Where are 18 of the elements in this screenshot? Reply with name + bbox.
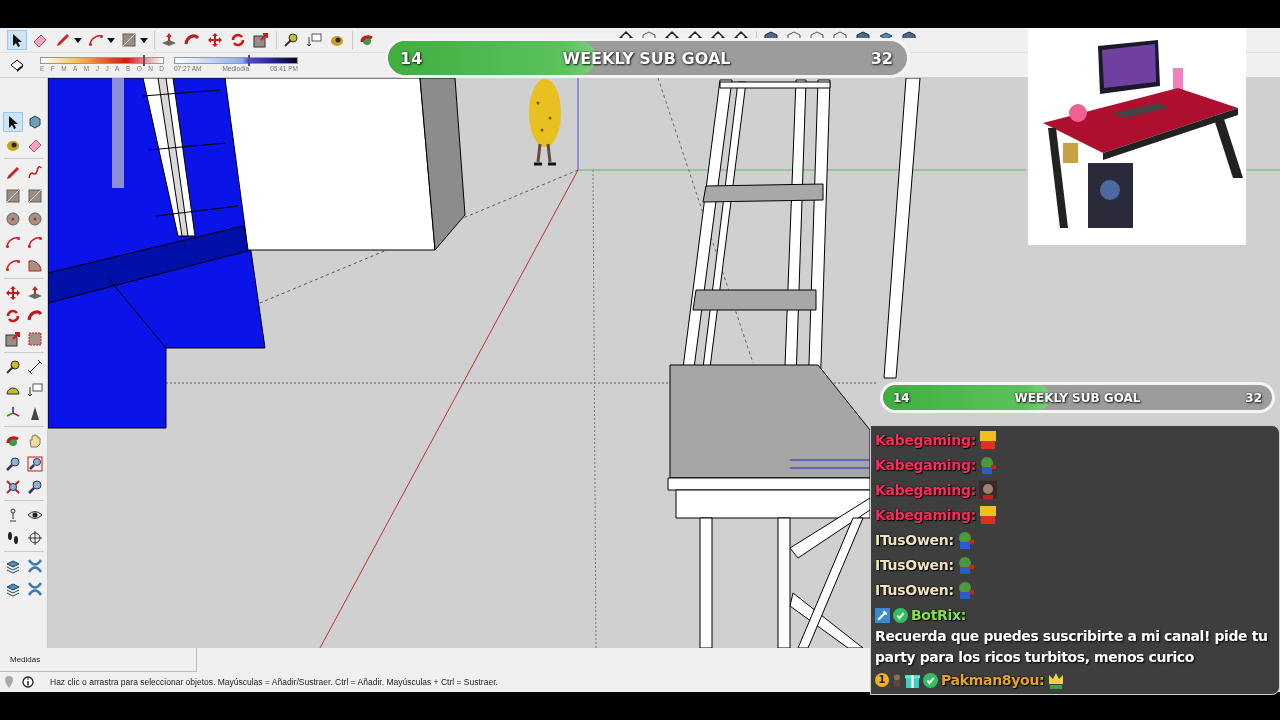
goal-start-count: 14 — [400, 48, 423, 68]
chat-username: Kabegaming: — [875, 432, 976, 448]
goal-start-count: 14 — [893, 390, 910, 405]
chat-username: BotRix: — [911, 607, 967, 623]
goal-target-count: 32 — [870, 48, 893, 68]
chat-username: Pakman8you: — [941, 672, 1045, 688]
chat-username: ITusOwen: — [875, 532, 954, 548]
chat-username: Kabegaming: — [875, 507, 976, 523]
chat-username: ITusOwen: — [875, 557, 954, 573]
chat-message: Recuerda que puedes suscribirte a mi canal! pide tu party para los ricos turbitos, menos curico — [875, 627, 1269, 667]
chat-username: ITusOwen: — [875, 582, 954, 598]
measurements-field[interactable]: Medidas — [0, 648, 197, 672]
chat-username: Kabegaming: — [875, 457, 976, 473]
chat-username: Kabegaming: — [875, 482, 976, 498]
goal-target-count: 32 — [1245, 390, 1262, 405]
status-hint: Haz clic o arrastra para seleccionar objetos. Mayúsculas = Añadir/Sustraer. Ctrl = Añadir. Mayúsculas + Ctrl = Sustraer. — [50, 677, 498, 687]
badge-count: 1 — [875, 673, 889, 687]
goal-title: WEEKLY SUB GOAL — [1014, 390, 1141, 405]
